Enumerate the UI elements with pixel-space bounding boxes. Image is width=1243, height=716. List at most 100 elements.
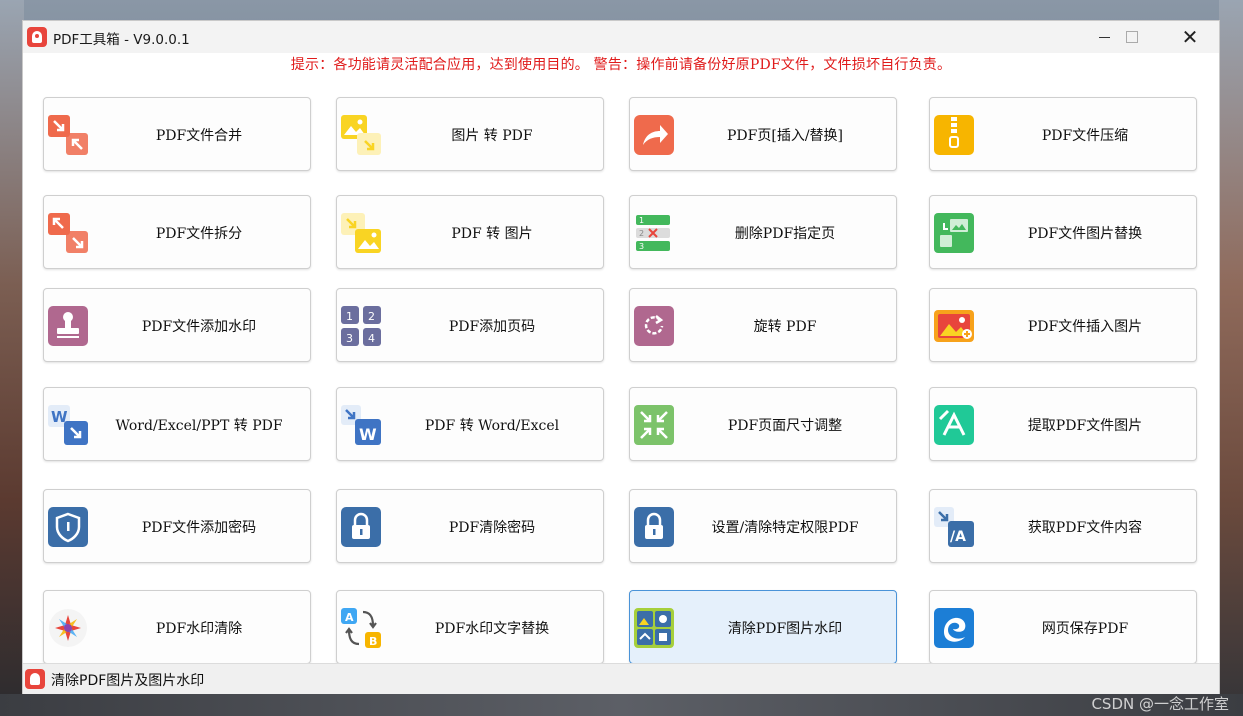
share-arrow-icon (634, 115, 674, 155)
insert-image-icon (934, 306, 974, 346)
tool-button-5[interactable]: PDF文件拆分 (43, 195, 311, 269)
tool-button-label: Word/Excel/PPT 转 PDF (115, 418, 283, 434)
tool-button-19[interactable]: 设置/清除特定权限PDF (629, 489, 897, 563)
tool-button-8[interactable]: PDF文件图片替换 (929, 195, 1197, 269)
lock-icon (341, 507, 381, 547)
close-button[interactable]: ✕ (1161, 21, 1219, 53)
tool-button-24[interactable]: 网页保存PDF (929, 590, 1197, 664)
extract-image-icon (934, 405, 974, 445)
maximize-button[interactable] (1103, 21, 1161, 53)
tool-button-label: 图片 转 PDF (451, 128, 533, 144)
pdf-to-image-icon (341, 213, 381, 253)
resize-icon (634, 405, 674, 445)
merge-arrows-icon (48, 115, 88, 155)
tool-button-label: PDF文件压缩 (1041, 128, 1129, 144)
svg-text:B: B (369, 635, 377, 648)
status-app-icon (25, 669, 45, 689)
permission-lock-icon (634, 507, 674, 547)
tool-button-6[interactable]: PDF 转 图片 (336, 195, 604, 269)
svg-text:2: 2 (368, 310, 375, 323)
pdf-to-word-icon: W (341, 405, 381, 445)
svg-text:1: 1 (346, 310, 353, 323)
tool-button-label: PDF文件添加密码 (141, 520, 257, 536)
edge-browser-icon (934, 608, 974, 648)
word-to-pdf-icon: W (48, 405, 88, 445)
tool-button-18[interactable]: PDF清除密码 (336, 489, 604, 563)
tool-button-label: 获取PDF文件内容 (1027, 520, 1143, 536)
app-window: PDF工具箱 - V9.0.0.1 ✕ 提示：各功能请灵活配合应用，达到使用目的… (22, 20, 1220, 694)
tool-button-11[interactable]: 旋转 PDF (629, 288, 897, 362)
tool-button-label: 网页保存PDF (1041, 621, 1129, 637)
tool-button-13[interactable]: W Word/Excel/PPT 转 PDF (43, 387, 311, 461)
tool-button-2[interactable]: 图片 转 PDF (336, 97, 604, 171)
tool-button-label: PDF文件拆分 (155, 226, 243, 242)
tool-button-label: PDF文件图片替换 (1027, 226, 1143, 242)
maximize-icon (1126, 31, 1138, 43)
desktop-background-right (1219, 0, 1243, 716)
app-logo-icon (27, 27, 47, 47)
desktop-background-bottom (0, 694, 1243, 716)
main-content: 提示：各功能请灵活配合应用，达到使用目的。 警告：操作前请备份好原PDF文件，文… (23, 53, 1219, 664)
tool-button-label: 旋转 PDF (753, 319, 817, 335)
svg-text:2: 2 (639, 229, 644, 238)
svg-text:A: A (345, 611, 354, 624)
csdn-watermark: CSDN @一念工作室 (1091, 695, 1229, 713)
tool-button-20[interactable]: /A 获取PDF文件内容 (929, 489, 1197, 563)
tool-button-label: PDF添加页码 (448, 319, 536, 335)
zip-icon (934, 115, 974, 155)
tool-button-label: 删除PDF指定页 (734, 226, 836, 242)
notice-text: 提示：各功能请灵活配合应用，达到使用目的。 警告：操作前请备份好原PDF文件，文… (290, 57, 952, 73)
svg-text:3: 3 (639, 242, 644, 251)
stamp-icon (48, 306, 88, 346)
tool-button-17[interactable]: PDF文件添加密码 (43, 489, 311, 563)
tool-button-label: 清除PDF图片水印 (727, 621, 843, 637)
tool-button-label: PDF水印文字替换 (434, 621, 550, 637)
svg-text:3: 3 (346, 332, 353, 345)
tool-button-10[interactable]: 1 2 3 4 PDF添加页码 (336, 288, 604, 362)
window-title: PDF工具箱 - V9.0.0.1 (53, 32, 190, 48)
tool-button-label: PDF水印清除 (155, 621, 243, 637)
status-bar: 清除PDF图片及图片水印 (23, 663, 1219, 694)
rotate-icon (634, 306, 674, 346)
tool-button-label: PDF文件合并 (155, 128, 243, 144)
get-content-icon: /A (934, 507, 974, 547)
tool-button-9[interactable]: PDF文件添加水印 (43, 288, 311, 362)
tool-button-label: 提取PDF文件图片 (1027, 418, 1143, 434)
tool-button-23[interactable]: 清除PDF图片水印 (629, 590, 897, 664)
split-arrows-icon (48, 213, 88, 253)
svg-text:1: 1 (639, 216, 644, 225)
delete-page-icon: 1 2 3 (634, 213, 674, 253)
page-number-icon: 1 2 3 4 (341, 306, 381, 346)
tool-button-4[interactable]: PDF文件压缩 (929, 97, 1197, 171)
tool-button-15[interactable]: PDF页面尺寸调整 (629, 387, 897, 461)
tool-button-label: PDF文件添加水印 (141, 319, 257, 335)
tool-button-12[interactable]: PDF文件插入图片 (929, 288, 1197, 362)
status-text: 清除PDF图片及图片水印 (51, 673, 205, 689)
tool-button-label: PDF页[插入/替换] (727, 128, 843, 144)
tool-button-label: PDF 转 图片 (451, 226, 533, 242)
tool-button-1[interactable]: PDF文件合并 (43, 97, 311, 171)
tool-button-21[interactable]: PDF水印清除 (43, 590, 311, 664)
tool-button-22[interactable]: A B PDF水印文字替换 (336, 590, 604, 664)
replace-image-icon (934, 213, 974, 253)
tool-button-label: PDF页面尺寸调整 (727, 418, 843, 434)
tool-button-label: PDF清除密码 (448, 520, 536, 536)
starburst-icon (48, 608, 88, 648)
tool-button-14[interactable]: W PDF 转 Word/Excel (336, 387, 604, 461)
text-swap-icon: AB (341, 608, 381, 648)
tool-button-16[interactable]: 提取PDF文件图片 (929, 387, 1197, 461)
tool-button-3[interactable]: PDF页[插入/替换] (629, 97, 897, 171)
shield-icon (48, 507, 88, 547)
image-to-pdf-icon (341, 115, 381, 155)
close-icon: ✕ (1181, 25, 1199, 49)
svg-text:4: 4 (368, 332, 375, 345)
clear-image-watermark-icon (634, 608, 674, 648)
tool-button-label: 设置/清除特定权限PDF (711, 520, 859, 536)
title-bar[interactable]: PDF工具箱 - V9.0.0.1 ✕ (23, 21, 1219, 53)
desktop-background-left (0, 0, 24, 716)
tool-button-label: PDF文件插入图片 (1027, 319, 1143, 335)
svg-text:W: W (359, 425, 377, 444)
svg-text:/A: /A (950, 529, 966, 545)
tool-button-label: PDF 转 Word/Excel (424, 418, 560, 434)
tool-button-7[interactable]: 1 2 3 删除PDF指定页 (629, 195, 897, 269)
